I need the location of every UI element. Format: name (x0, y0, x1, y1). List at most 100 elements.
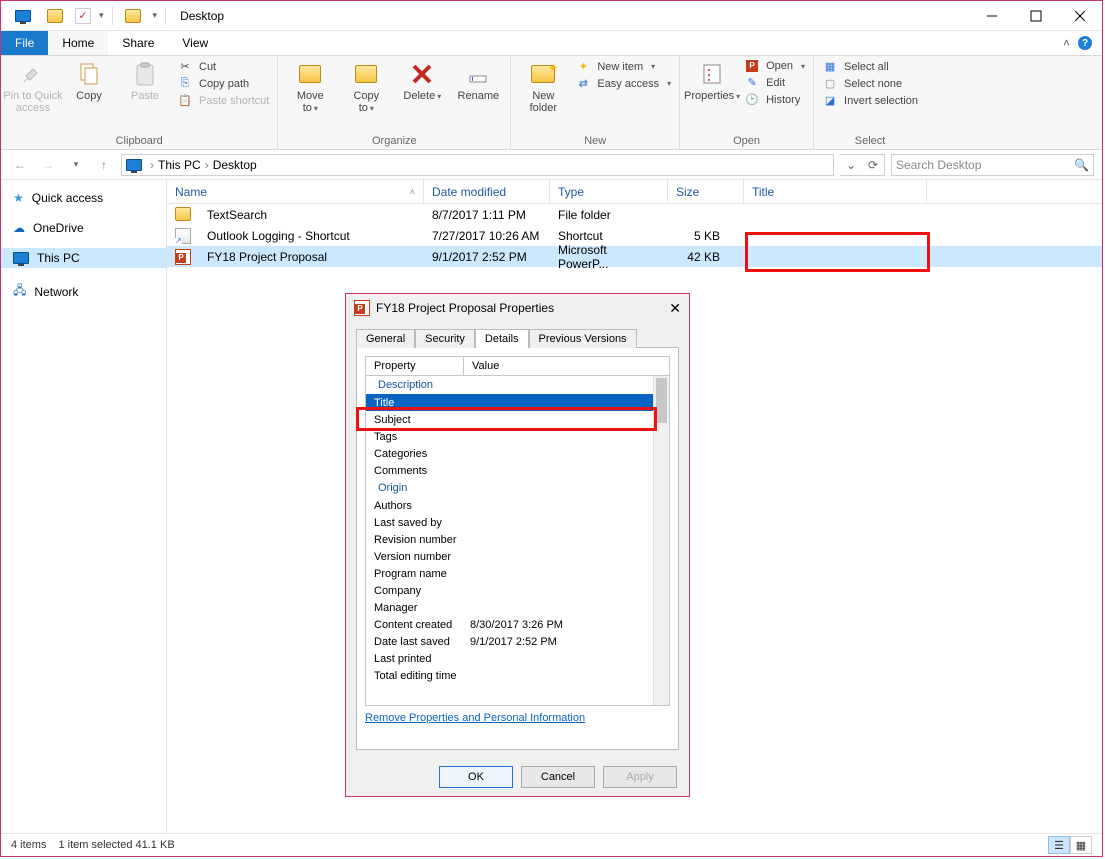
properties-button[interactable]: Properties▾ (688, 60, 736, 103)
open-button[interactable]: POpen▾ (744, 60, 805, 72)
qat-check-icon[interactable]: ✓ (75, 8, 91, 24)
star-icon: ★ (13, 191, 24, 205)
copy-button[interactable]: Copy (65, 60, 113, 102)
copy-to-button[interactable]: Copy to▾ (342, 60, 390, 115)
view-switcher: ☰ ▦ (1048, 836, 1092, 854)
copyto-icon (352, 60, 380, 88)
prop-row[interactable]: Program name (366, 565, 669, 582)
prop-row[interactable]: Company (366, 582, 669, 599)
new-item-button[interactable]: ✦New item▾ (575, 60, 671, 73)
breadcrumb[interactable]: › This PC › Desktop (121, 154, 834, 176)
grid-header: Property Value (366, 357, 669, 376)
up-button[interactable]: ↑ (93, 154, 115, 176)
prop-row[interactable]: Last printed (366, 650, 669, 667)
titlebar: ✓ ▾ ▾ Desktop (1, 1, 1102, 31)
delete-button[interactable]: Delete▾ (398, 60, 446, 103)
property-grid: Property Value Description Title Subject… (365, 356, 670, 706)
thumbnails-view-button[interactable]: ▦ (1070, 836, 1092, 854)
sidebar-item-thispc[interactable]: This PC (1, 248, 166, 268)
cancel-button[interactable]: Cancel (521, 766, 595, 788)
group-label: Select (855, 133, 886, 147)
dropdown-icon[interactable]: ⌄ (840, 158, 862, 172)
prop-row[interactable]: Revision number (366, 531, 669, 548)
close-button[interactable]: ✕ (669, 300, 681, 317)
folder-icon (121, 9, 145, 23)
dialog-body: Property Value Description Title Subject… (356, 347, 679, 750)
folder-icon (175, 207, 191, 223)
new-folder-button[interactable]: ✦New folder (519, 60, 567, 114)
chevron-up-icon[interactable]: ˄ (1063, 36, 1070, 50)
prop-row-title[interactable]: Title (366, 394, 669, 411)
recent-dropdown[interactable]: ▾ (65, 154, 87, 176)
tab-view[interactable]: View (168, 31, 222, 55)
copy-path-button[interactable]: ⎘Copy path (177, 77, 269, 90)
prop-row[interactable]: Categories (366, 445, 669, 462)
paste-shortcut-button[interactable]: 📋Paste shortcut (177, 94, 269, 107)
scrollbar-thumb[interactable] (656, 378, 667, 423)
prop-row[interactable]: Last saved by (366, 514, 669, 531)
col-name: Name˄ (167, 180, 424, 203)
breadcrumb-segment[interactable]: Desktop (213, 158, 257, 172)
edit-button[interactable]: ✎Edit (744, 76, 805, 89)
cut-button[interactable]: ✂Cut (177, 60, 269, 73)
close-button[interactable] (1058, 1, 1102, 31)
tab-home[interactable]: Home (48, 31, 108, 55)
prop-row[interactable]: Comments (366, 462, 669, 479)
paste-shortcut-icon: 📋 (177, 94, 193, 107)
column-headers[interactable]: Name˄ Date modified Type Size Title (167, 180, 1102, 204)
sidebar-item-quickaccess[interactable]: ★Quick access (1, 188, 166, 208)
back-button[interactable]: ← (9, 154, 31, 176)
remove-properties-link[interactable]: Remove Properties and Personal Informati… (365, 712, 670, 724)
tab-general[interactable]: General (356, 329, 415, 348)
prop-row[interactable]: Subject (366, 411, 669, 428)
shortcut-icon (175, 228, 191, 244)
select-none-button[interactable]: ▢Select none (822, 77, 918, 90)
group-label: Clipboard (116, 133, 163, 147)
scrollbar[interactable] (653, 376, 669, 705)
prop-row[interactable]: Authors (366, 497, 669, 514)
minimize-button[interactable] (970, 1, 1014, 31)
move-to-button[interactable]: Move to▾ (286, 60, 334, 115)
apply-button[interactable]: Apply (603, 766, 677, 788)
qat-dropdown-icon[interactable]: ▾ (99, 10, 104, 21)
prop-row[interactable]: Manager (366, 599, 669, 616)
refresh-button[interactable]: ⟳ (862, 158, 884, 172)
group-new: ✦New folder ✦New item▾ ⇄Easy access▾ New (511, 56, 680, 149)
copy-icon (75, 60, 103, 88)
pin-icon (19, 60, 47, 88)
file-row[interactable]: TextSearch 8/7/2017 1:11 PM File folder (167, 204, 1102, 225)
easy-access-button[interactable]: ⇄Easy access▾ (575, 77, 671, 90)
ok-button[interactable]: OK (439, 766, 513, 788)
search-input[interactable]: Search Desktop 🔍 (891, 154, 1094, 176)
col-size: Size (668, 180, 744, 203)
thispc-icon (13, 252, 29, 264)
maximize-button[interactable] (1014, 1, 1058, 31)
prop-row[interactable]: Date last saved9/1/2017 2:52 PM (366, 633, 669, 650)
qat-dropdown-icon[interactable]: ▾ (153, 10, 158, 21)
tab-previous-versions[interactable]: Previous Versions (529, 329, 637, 348)
breadcrumb-segment[interactable]: This PC (158, 158, 201, 172)
selectall-icon: ▦ (822, 60, 838, 73)
grid-rows[interactable]: Description Title Subject Tags Categorie… (366, 376, 669, 705)
sidebar-item-network[interactable]: 🖧Network (1, 278, 166, 305)
tab-details[interactable]: Details (475, 329, 529, 348)
prop-row[interactable]: Tags (366, 428, 669, 445)
history-button[interactable]: 🕑History (744, 93, 805, 106)
file-row[interactable]: FY18 Project Proposal 9/1/2017 2:52 PM M… (167, 246, 1102, 267)
tab-share[interactable]: Share (108, 31, 168, 55)
tab-security[interactable]: Security (415, 329, 475, 348)
prop-row[interactable]: Total editing time (366, 667, 669, 684)
status-selected: 1 item selected 41.1 KB (58, 839, 174, 851)
details-view-button[interactable]: ☰ (1048, 836, 1070, 854)
pin-button[interactable]: Pin to Quick access (9, 60, 57, 114)
forward-button[interactable]: → (37, 154, 59, 176)
prop-row[interactable]: Version number (366, 548, 669, 565)
sidebar-item-onedrive[interactable]: ☁OneDrive (1, 218, 166, 238)
tab-file[interactable]: File (1, 31, 48, 55)
select-all-button[interactable]: ▦Select all (822, 60, 918, 73)
paste-button[interactable]: Paste (121, 60, 169, 102)
invert-selection-button[interactable]: ◪Invert selection (822, 94, 918, 107)
prop-row[interactable]: Content created8/30/2017 3:26 PM (366, 616, 669, 633)
rename-button[interactable]: Rename (454, 60, 502, 102)
help-icon[interactable]: ? (1078, 36, 1092, 50)
